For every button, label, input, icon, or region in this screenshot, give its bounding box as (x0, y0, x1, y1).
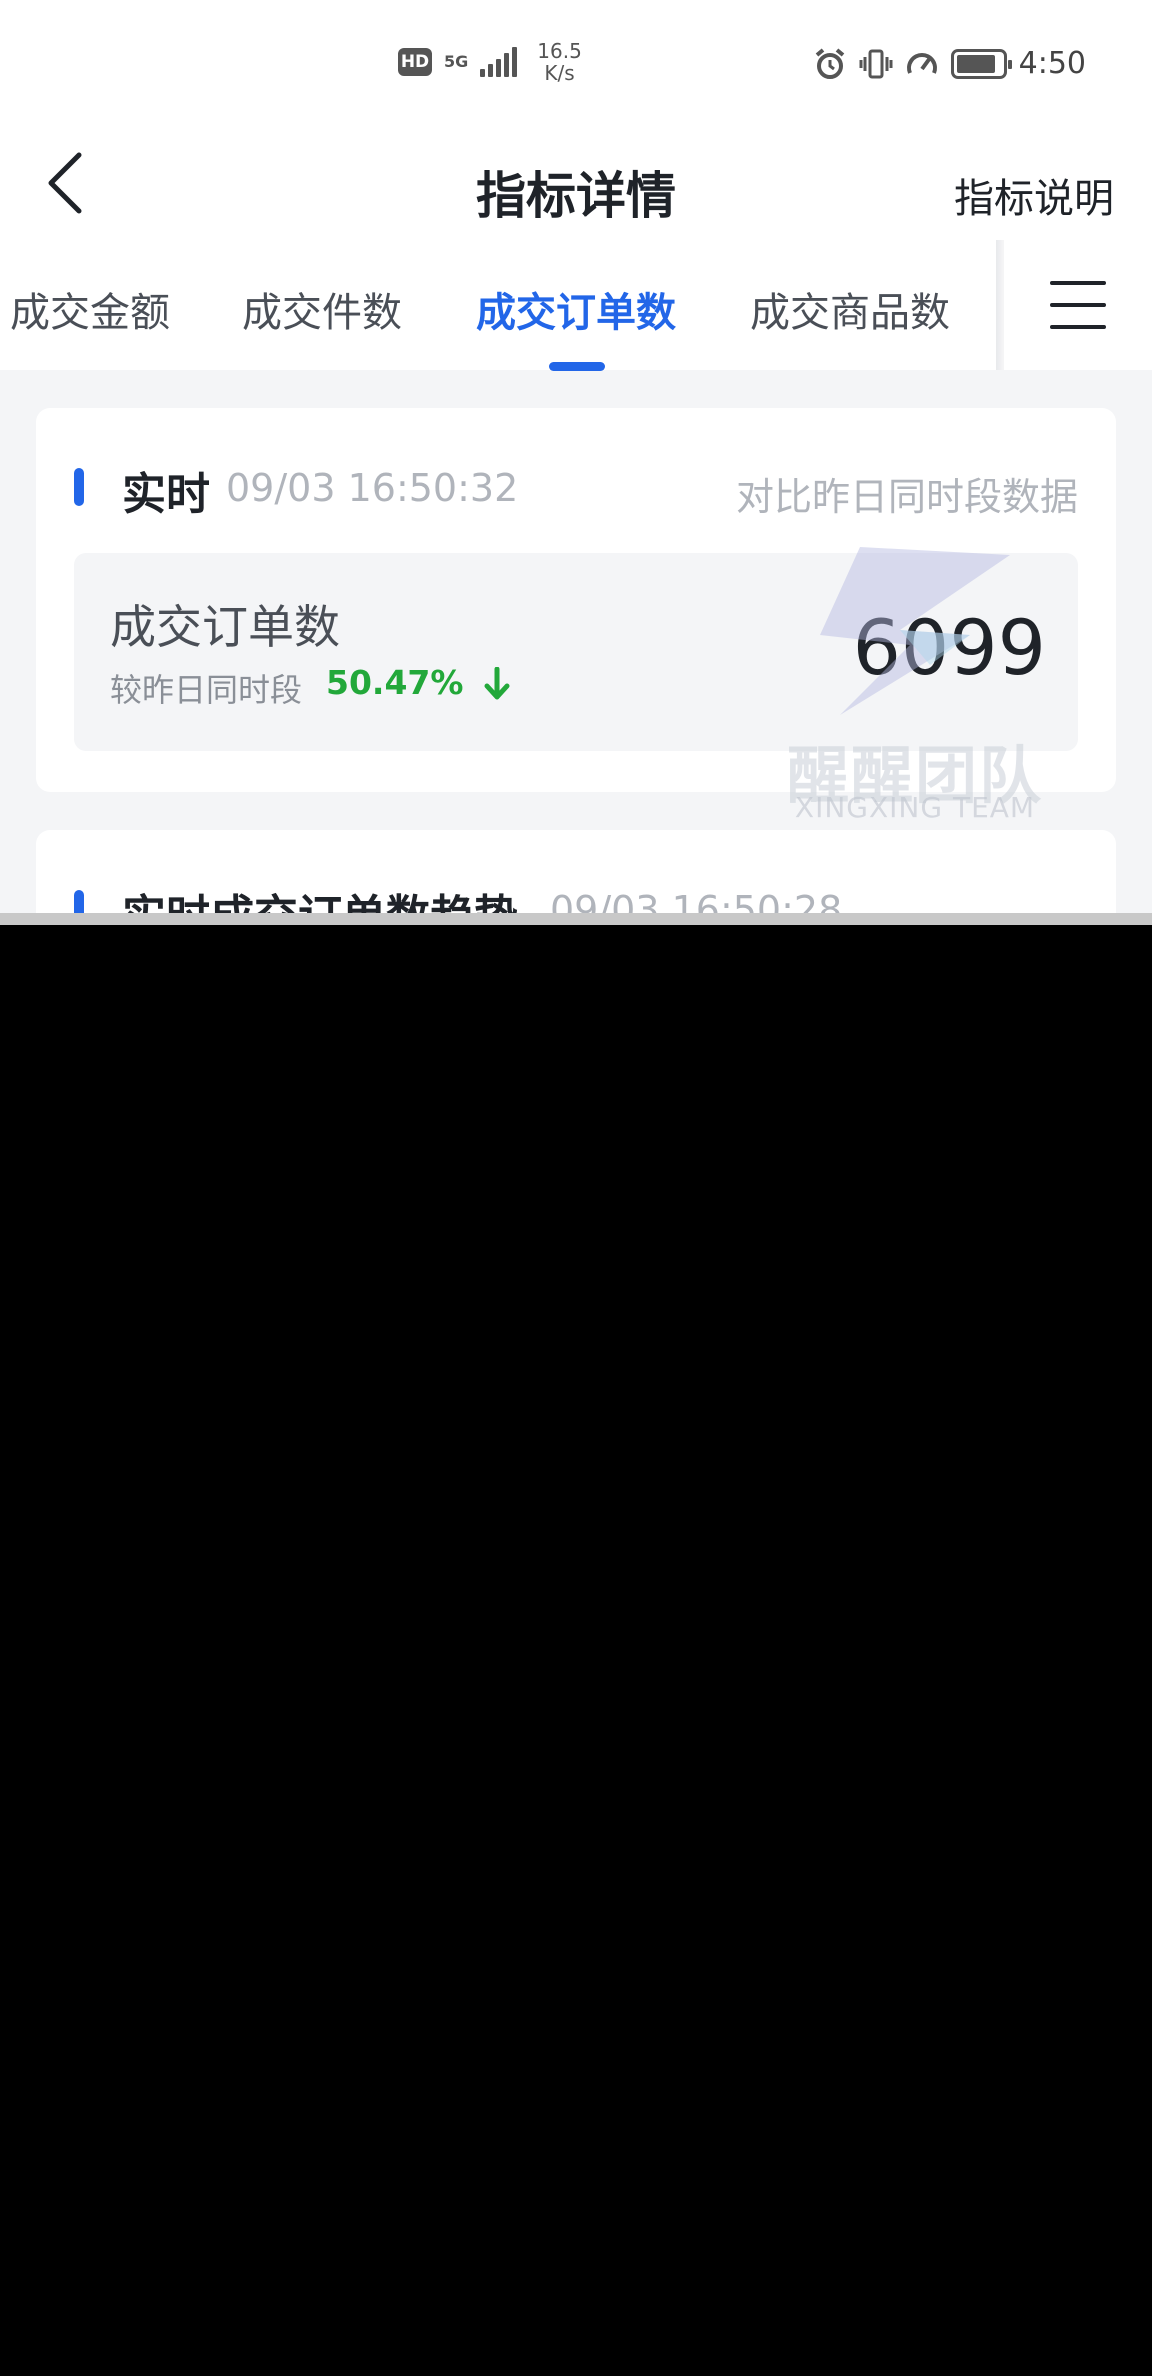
tab-deal-orders[interactable]: 成交订单数 (476, 280, 676, 338)
app-screen: HD 5G 16.5 K/s 4:50 指标详情 指标说明 成交金额 成交件数 … (0, 0, 1152, 925)
tabs-menu-button[interactable] (1004, 240, 1152, 370)
speed-icon (905, 47, 939, 81)
tab-deal-products[interactable]: 成交商品数 (750, 280, 950, 338)
capture-edge (0, 913, 1152, 925)
metric-box: 成交订单数 较昨日同时段 50.47% 6099 (74, 553, 1078, 751)
blank-area (0, 925, 1152, 2376)
network-speed: 16.5 K/s (537, 40, 582, 84)
section-accent (74, 468, 84, 506)
compare-label: 对比昨日同时段数据 (735, 475, 1078, 519)
metric-change-percent: 50.47% (326, 663, 464, 702)
battery-icon (950, 48, 1012, 79)
metric-tabs: 成交金额 成交件数 成交订单数 成交商品数 (0, 240, 1152, 371)
alarm-icon (813, 47, 847, 81)
realtime-timestamp: 09/03 16:50:32 (226, 466, 519, 510)
nav-header: 指标详情 指标说明 (0, 130, 1152, 240)
speed-unit: K/s (544, 61, 575, 85)
metric-name: 成交订单数 (110, 600, 340, 654)
metric-value: 6099 (852, 603, 1046, 692)
status-right: 4:50 (813, 46, 1086, 81)
network-type: 5G (444, 52, 469, 71)
tab-deal-items[interactable]: 成交件数 (242, 280, 402, 338)
tabs-fade (996, 240, 1004, 370)
vibrate-icon (859, 47, 893, 81)
menu-icon (1050, 281, 1106, 329)
realtime-card: 实时 09/03 16:50:32 对比昨日同时段数据 成交订单数 较昨日同时段… (36, 408, 1116, 792)
status-bar: HD 5G 16.5 K/s 4:50 (0, 0, 1152, 130)
hd-badge: HD (398, 48, 432, 76)
active-tab-indicator (549, 362, 605, 371)
metric-compare-prefix: 较昨日同时段 (110, 671, 303, 709)
status-left: HD 5G 16.5 K/s (398, 40, 582, 84)
trend-card: 实时成交订单数趋势 09/03 16:50:28 (36, 830, 1116, 925)
watermark-subtext: XINGXING TEAM (794, 791, 1036, 824)
metric-help-link[interactable]: 指标说明 (954, 166, 1114, 224)
tab-deal-amount[interactable]: 成交金额 (10, 280, 170, 338)
realtime-title: 实时 (122, 469, 210, 520)
signal-icon (480, 47, 518, 77)
arrow-down-icon (484, 667, 510, 700)
speed-value: 16.5 (537, 39, 582, 63)
clock: 4:50 (1018, 46, 1086, 81)
